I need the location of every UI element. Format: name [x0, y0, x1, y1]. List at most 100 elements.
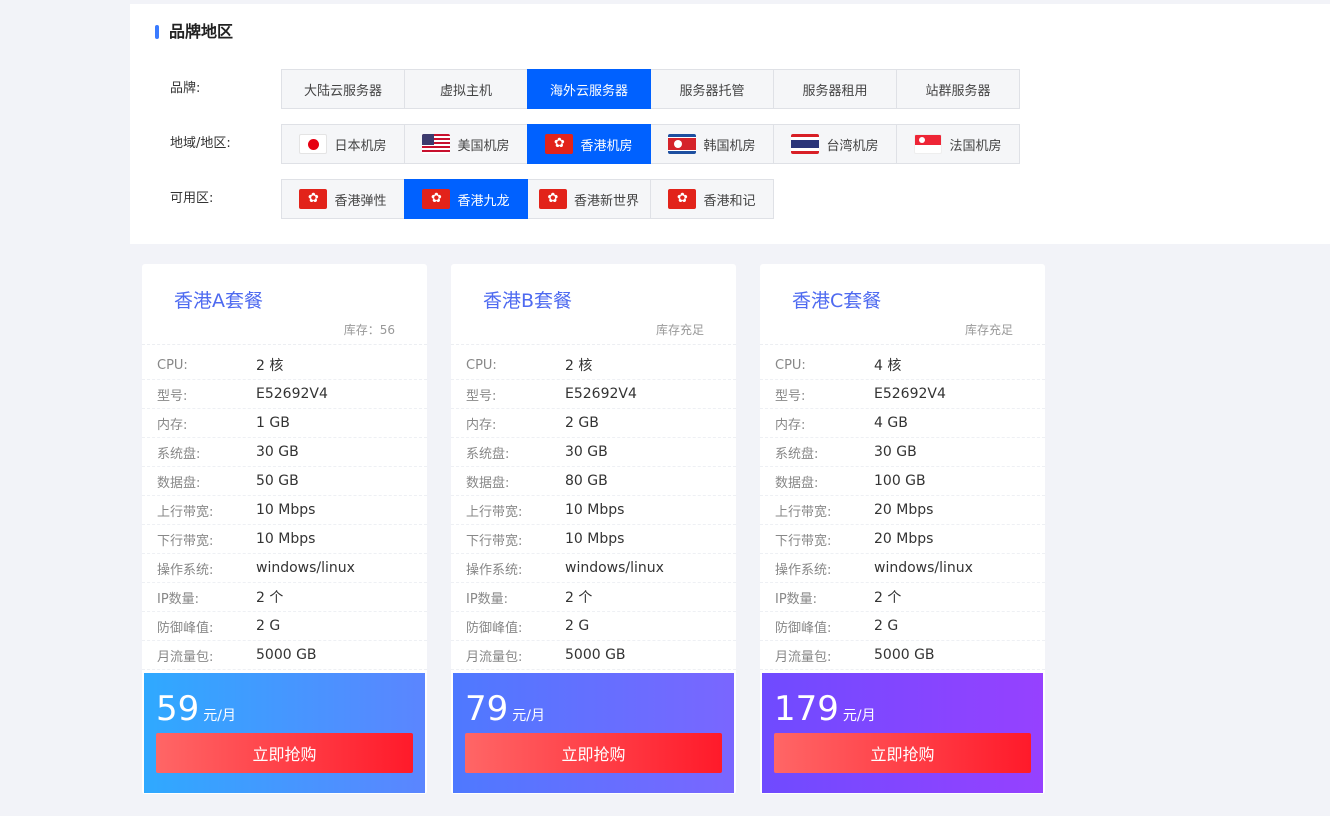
divider — [760, 344, 1045, 345]
filter-row-brand: 品牌: 大陆云服务器 虚拟主机 海外云服务器 服务器托管 服务器租用 站群服务器 — [130, 69, 1330, 109]
region-option[interactable]: 日本机房 — [281, 124, 405, 164]
flag-hk-icon — [668, 189, 697, 209]
flag-hk-icon — [538, 189, 567, 209]
brand-option[interactable]: 站群服务器 — [896, 69, 1020, 109]
price-box: 79 元/月 立即抢购 — [453, 673, 734, 793]
spec-row: 月流量包: 5000 GB — [451, 641, 736, 670]
price-box: 179 元/月 立即抢购 — [762, 673, 1043, 793]
spec-row: 型号: E52692V4 — [451, 380, 736, 409]
spec-row: 数据盘: 50 GB — [142, 467, 427, 496]
zone-options: 香港弹性 香港九龙 香港新世界 香港和记 — [281, 179, 774, 219]
price-unit: 元/月 — [512, 708, 545, 724]
region-option-active[interactable]: 香港机房 — [527, 124, 651, 164]
price-unit: 元/月 — [842, 708, 876, 724]
spec-list: CPU: 2 核 型号: E52692V4 内存: 1 GB 系统盘: 30 GB 数据… — [142, 351, 427, 670]
flag-hk-icon — [545, 134, 574, 154]
spec-row: CPU: 2 核 — [451, 351, 736, 380]
spec-row: 型号: E52692V4 — [760, 380, 1045, 409]
brand-option[interactable]: 虚拟主机 — [404, 69, 528, 109]
flag-jp-icon — [299, 134, 328, 154]
row-label-brand: 品牌: — [170, 81, 201, 96]
zone-option[interactable]: 香港和记 — [650, 179, 774, 219]
price-value: 79 — [465, 689, 509, 729]
spec-row: 下行带宽: 10 Mbps — [451, 525, 736, 554]
spec-row: 操作系统: windows/linux — [760, 554, 1045, 583]
zone-option-active[interactable]: 香港九龙 — [404, 179, 528, 219]
spec-list: CPU: 2 核 型号: E52692V4 内存: 2 GB 系统盘: 30 GB 数据… — [451, 351, 736, 670]
region-option[interactable]: 美国机房 — [404, 124, 528, 164]
price-value: 179 — [774, 689, 839, 729]
panel-title: 品牌地区 — [155, 22, 233, 42]
plan-price: 179 元/月 — [774, 689, 876, 729]
spec-row: 下行带宽: 10 Mbps — [142, 525, 427, 554]
spec-row: CPU: 4 核 — [760, 351, 1045, 380]
spec-row: 月流量包: 5000 GB — [760, 641, 1045, 670]
spec-list: CPU: 4 核 型号: E52692V4 内存: 4 GB 系统盘: 30 GB 数据… — [760, 351, 1045, 670]
spec-row: 防御峰值: 2 G — [142, 612, 427, 641]
spec-row: 防御峰值: 2 G — [451, 612, 736, 641]
flag-hk-icon — [422, 189, 451, 209]
spec-row: 内存: 1 GB — [142, 409, 427, 438]
region-option[interactable]: 法国机房 — [896, 124, 1020, 164]
zone-option[interactable]: 香港弹性 — [281, 179, 405, 219]
spec-row: 上行带宽: 20 Mbps — [760, 496, 1045, 525]
spec-row: 系统盘: 30 GB — [760, 438, 1045, 467]
price-box: 59 元/月 立即抢购 — [144, 673, 425, 793]
plan-stock: 库存充足 — [655, 323, 704, 337]
filter-row-zone: 可用区: 香港弹性 香港九龙 香港新世界 香港和记 — [130, 179, 1330, 219]
spec-row: CPU: 2 核 — [142, 351, 427, 380]
flag-th-icon — [791, 134, 820, 154]
region-options: 日本机房 美国机房 香港机房 韩国机房 台湾机房 法国机房 — [281, 124, 1020, 164]
panel-title-text: 品牌地区 — [169, 22, 234, 41]
spec-row: IP数量: 2 个 — [451, 583, 736, 612]
spec-row: 防御峰值: 2 G — [760, 612, 1045, 641]
filter-row-region: 地域/地区: 日本机房 美国机房 香港机房 韩国机房 台湾机房 法国机房 — [130, 124, 1330, 164]
brand-option[interactable]: 服务器租用 — [773, 69, 897, 109]
plan-card: 香港B套餐 库存充足 CPU: 2 核 型号: E52692V4 内存: 2 GB 系… — [451, 264, 736, 794]
region-option[interactable]: 台湾机房 — [773, 124, 897, 164]
plan-stock: 库存充足 — [964, 323, 1013, 337]
zone-option[interactable]: 香港新世界 — [527, 179, 651, 219]
brand-option[interactable]: 大陆云服务器 — [281, 69, 405, 109]
spec-row: 上行带宽: 10 Mbps — [142, 496, 427, 525]
buy-now-button[interactable]: 立即抢购 — [156, 733, 413, 773]
price-unit: 元/月 — [203, 708, 236, 724]
plan-title: 香港A套餐 — [174, 290, 263, 312]
brand-option-active[interactable]: 海外云服务器 — [527, 69, 651, 109]
brand-option[interactable]: 服务器托管 — [650, 69, 774, 109]
spec-row: 上行带宽: 10 Mbps — [451, 496, 736, 525]
spec-row: 系统盘: 30 GB — [142, 438, 427, 467]
divider — [451, 344, 736, 345]
title-accent-bar — [155, 25, 159, 39]
filter-panel: 品牌地区 品牌: 大陆云服务器 虚拟主机 海外云服务器 服务器托管 服务器租用 … — [130, 4, 1330, 244]
spec-row: 数据盘: 100 GB — [760, 467, 1045, 496]
plan-card: 香港C套餐 库存充足 CPU: 4 核 型号: E52692V4 内存: 4 GB 系… — [760, 264, 1045, 794]
spec-row: 系统盘: 30 GB — [451, 438, 736, 467]
spec-row: 内存: 2 GB — [451, 409, 736, 438]
flag-hk-icon — [299, 189, 328, 209]
spec-row: 下行带宽: 20 Mbps — [760, 525, 1045, 554]
divider — [142, 344, 427, 345]
flag-us-icon — [422, 134, 451, 154]
brand-options: 大陆云服务器 虚拟主机 海外云服务器 服务器托管 服务器租用 站群服务器 — [281, 69, 1020, 109]
spec-row: 操作系统: windows/linux — [142, 554, 427, 583]
buy-now-button[interactable]: 立即抢购 — [774, 733, 1031, 773]
buy-now-button[interactable]: 立即抢购 — [465, 733, 722, 773]
spec-row: IP数量: 2 个 — [142, 583, 427, 612]
plan-price: 59 元/月 — [156, 689, 236, 729]
row-label-zone: 可用区: — [170, 191, 214, 206]
spec-row: 操作系统: windows/linux — [451, 554, 736, 583]
plan-title: 香港C套餐 — [792, 290, 882, 312]
price-value: 59 — [156, 689, 200, 729]
row-label-region: 地域/地区: — [170, 136, 231, 151]
spec-row: 数据盘: 80 GB — [451, 467, 736, 496]
spec-row: 内存: 4 GB — [760, 409, 1045, 438]
plan-price: 79 元/月 — [465, 689, 545, 729]
plan-card: 香港A套餐 库存：56 CPU: 2 核 型号: E52692V4 内存: 1 GB … — [142, 264, 427, 794]
flag-kp-icon — [668, 134, 697, 154]
flag-sg-icon — [914, 134, 943, 154]
plan-title: 香港B套餐 — [483, 290, 573, 312]
spec-row: 月流量包: 5000 GB — [142, 641, 427, 670]
plan-stock: 库存：56 — [343, 323, 395, 337]
region-option[interactable]: 韩国机房 — [650, 124, 774, 164]
